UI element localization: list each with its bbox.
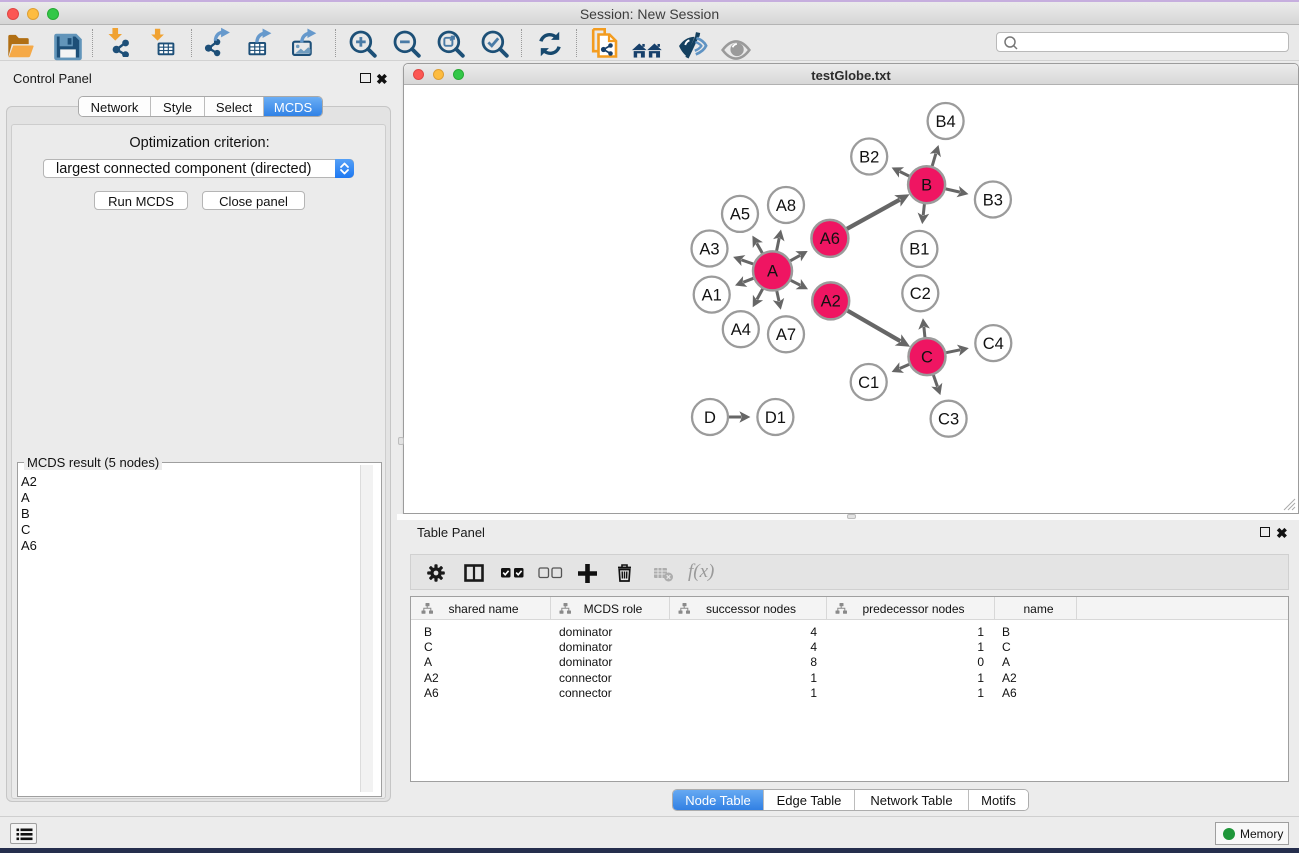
svg-text:A5: A5: [730, 206, 750, 224]
svg-text:A7: A7: [776, 326, 796, 344]
svg-text:D1: D1: [765, 409, 786, 427]
svg-text:B4: B4: [936, 113, 956, 131]
svg-text:C4: C4: [983, 335, 1004, 353]
svg-text:C2: C2: [910, 285, 931, 303]
svg-text:A: A: [767, 263, 778, 281]
svg-text:B1: B1: [909, 241, 929, 259]
svg-text:C1: C1: [858, 374, 879, 392]
svg-text:B2: B2: [859, 148, 879, 166]
svg-text:C3: C3: [938, 411, 959, 429]
svg-text:A2: A2: [821, 293, 841, 311]
svg-text:A4: A4: [731, 321, 751, 339]
svg-text:B3: B3: [983, 191, 1003, 209]
svg-text:C: C: [921, 348, 933, 366]
svg-text:A8: A8: [776, 197, 796, 215]
svg-text:A6: A6: [820, 230, 840, 248]
svg-text:B: B: [921, 177, 932, 195]
svg-text:D: D: [704, 409, 716, 427]
svg-text:A1: A1: [702, 286, 722, 304]
svg-text:A3: A3: [699, 240, 719, 258]
